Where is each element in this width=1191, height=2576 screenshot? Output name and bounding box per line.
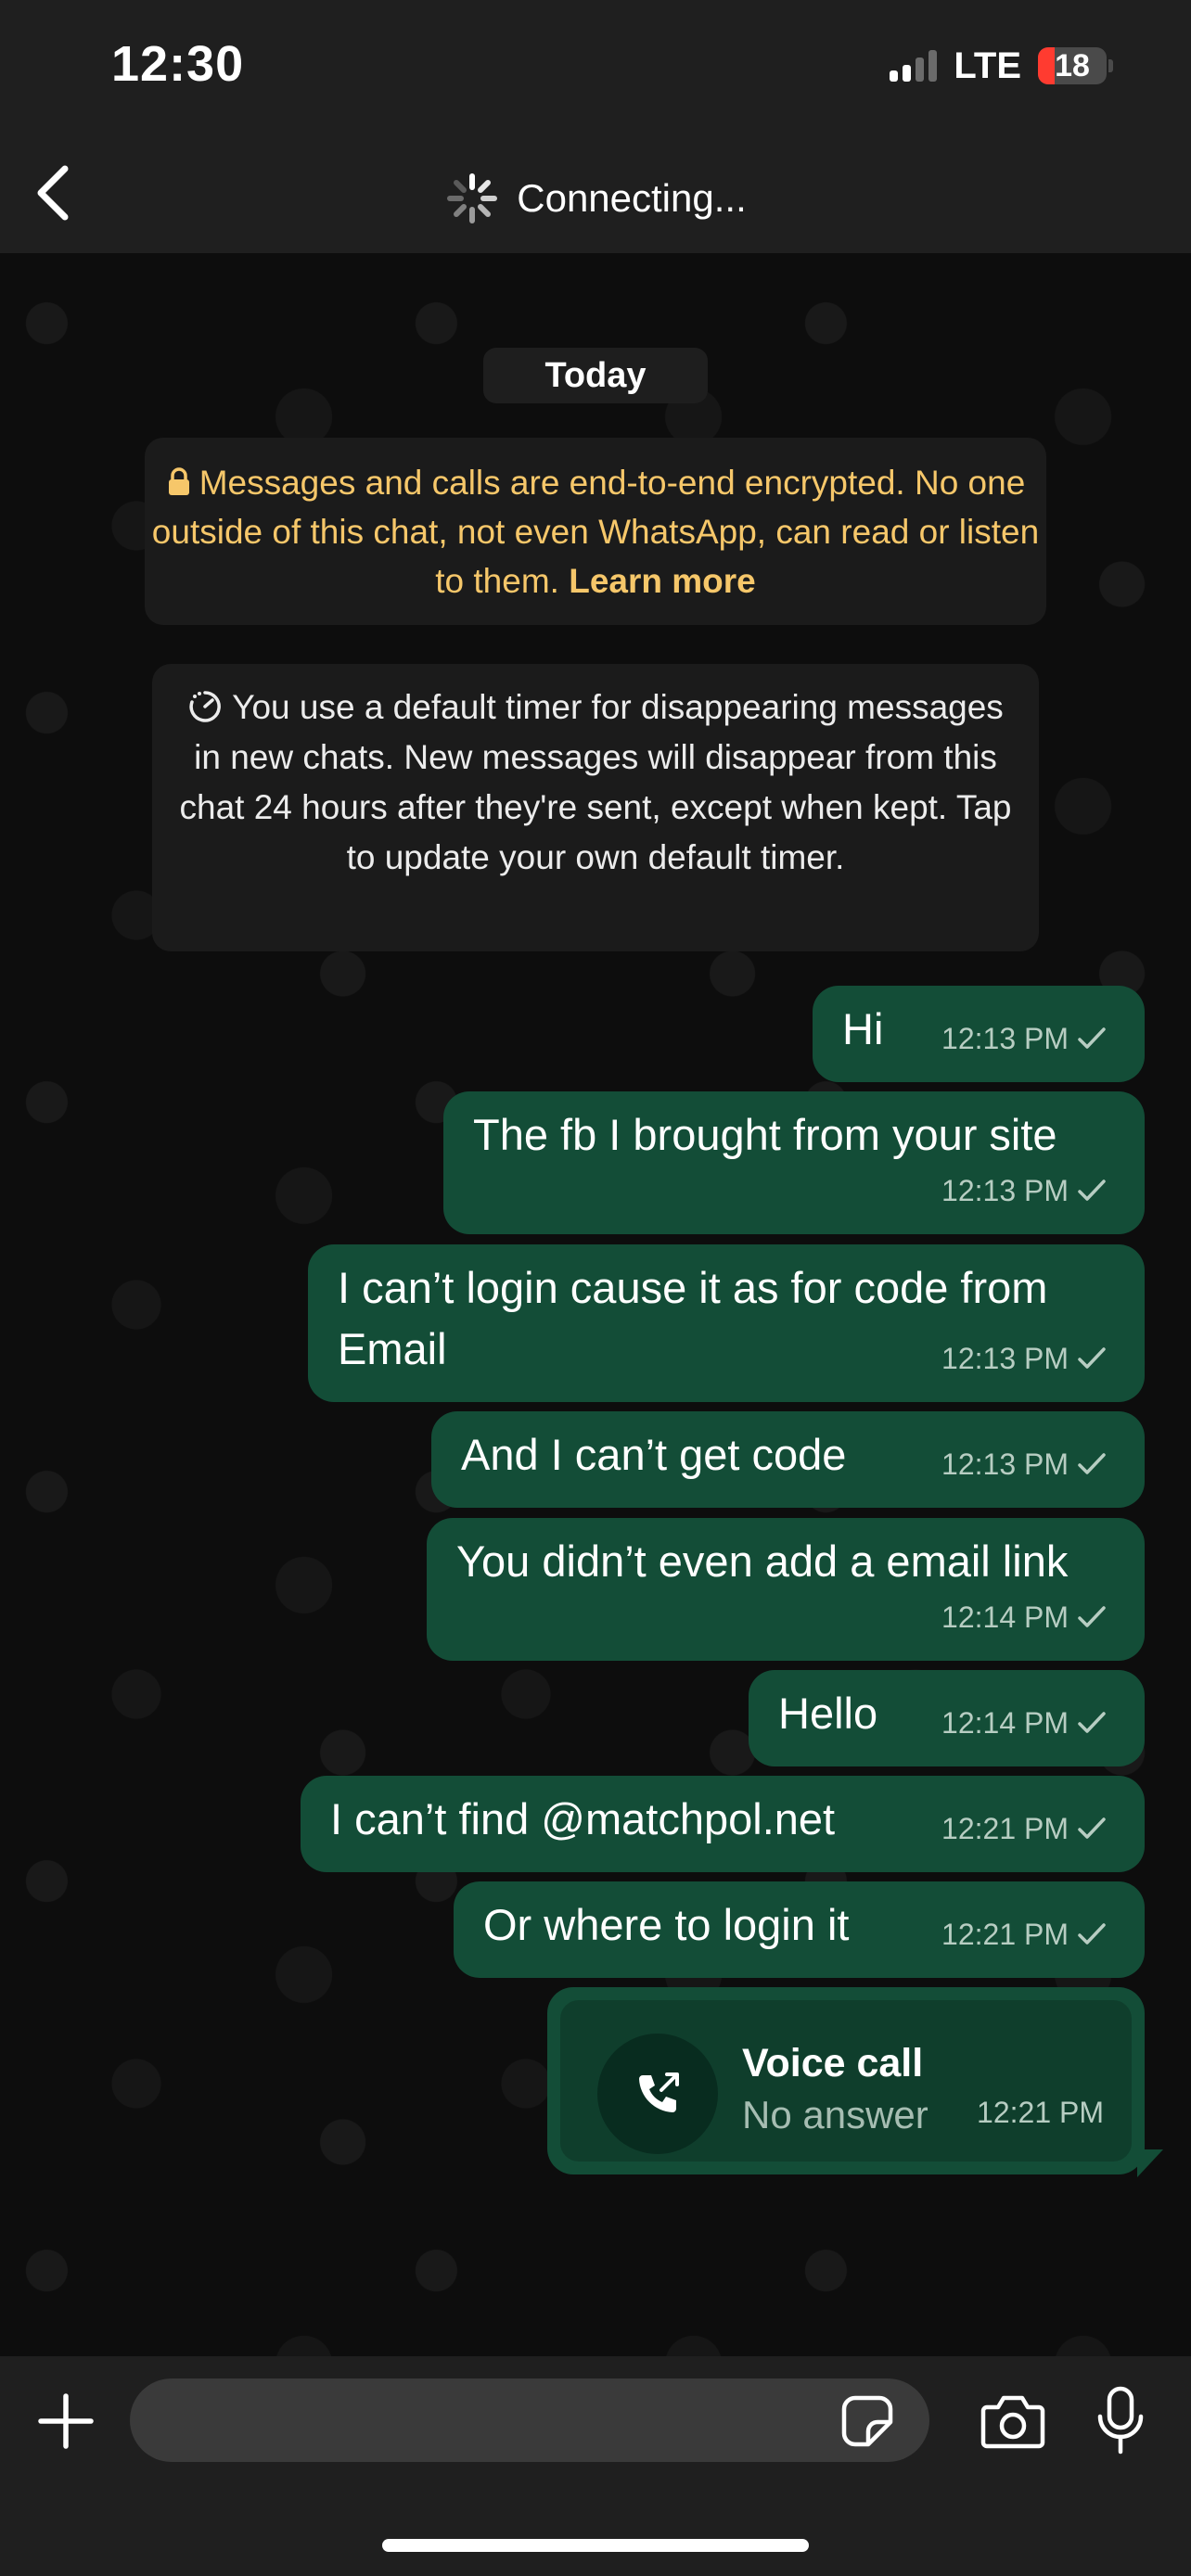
lock-icon <box>168 467 189 495</box>
call-icon-circle <box>597 2034 718 2154</box>
battery-icon: 18 <box>1038 47 1107 84</box>
status-time: 12:30 <box>111 36 245 92</box>
check-icon <box>1078 1712 1106 1733</box>
chat-title: Connecting... <box>517 176 747 220</box>
date-pill: Today <box>483 348 708 403</box>
message-bubble[interactable]: Or where to login it 12:21 PM <box>454 1881 1145 1978</box>
check-icon <box>1078 1453 1106 1474</box>
call-status: No answer <box>742 2093 928 2136</box>
camera-icon[interactable] <box>980 2391 1046 2452</box>
call-time: 12:21 PM <box>977 2096 1104 2129</box>
signal-icon <box>890 50 938 82</box>
spinner-icon <box>447 173 498 223</box>
message-time: 12:13 PM <box>941 1447 1069 1481</box>
top-bar: 12:30 LTE 18 Connecting... <box>0 0 1191 253</box>
outgoing-call-icon <box>639 2072 679 2112</box>
message-bubble[interactable]: Hi 12:13 PM <box>813 986 1145 1082</box>
message-time: 12:14 PM <box>941 1706 1069 1740</box>
message-time: 12:14 PM <box>941 1600 1069 1634</box>
message-meta: 12:14 PM <box>941 1692 1108 1753</box>
check-icon <box>1078 1923 1106 1945</box>
message-time: 12:21 PM <box>941 1812 1069 1845</box>
message-time: 12:13 PM <box>941 1174 1069 1207</box>
bubble-tail <box>1137 2149 1163 2177</box>
plus-icon[interactable] <box>35 2391 96 2452</box>
sticker-icon[interactable] <box>840 2394 894 2448</box>
message-time: 12:13 PM <box>941 1022 1069 1055</box>
home-indicator <box>382 2539 809 2552</box>
status-indicators: LTE 18 <box>890 43 1113 89</box>
message-meta: 12:14 PM <box>941 1587 1108 1648</box>
check-icon <box>1078 1027 1106 1049</box>
voice-call-card[interactable]: Voice call No answer 12:21 PM <box>560 2000 1132 2162</box>
message-meta: 12:13 PM <box>941 1160 1108 1221</box>
message-text: The fb I brought from your site <box>473 1110 1057 1159</box>
whatsapp-chat-screen: 12:30 LTE 18 Connecting... Today Message… <box>0 0 1191 2576</box>
encryption-notice[interactable]: Messages and calls are end-to-end encryp… <box>145 438 1046 625</box>
message-bubble[interactable]: You didn’t even add a email link 12:14 P… <box>427 1518 1145 1661</box>
message-meta: 12:13 PM <box>941 1328 1108 1389</box>
chat-header: Connecting... <box>0 171 1191 226</box>
message-meta: 12:13 PM <box>941 1434 1108 1495</box>
battery-level: 18 <box>1055 47 1090 83</box>
message-bubble[interactable]: The fb I brought from your site 12:13 PM <box>443 1091 1145 1234</box>
message-input[interactable] <box>158 2378 848 2464</box>
mic-icon[interactable] <box>1095 2385 1146 2455</box>
message-bubble[interactable]: Hello 12:14 PM <box>749 1670 1145 1766</box>
voice-call-bubble[interactable]: Voice call No answer 12:21 PM <box>547 1987 1145 2174</box>
check-icon <box>1078 1180 1106 1201</box>
message-bubble[interactable]: And I can’t get code 12:13 PM <box>431 1411 1145 1508</box>
timer-notice-text: You use a default timer for disappearing… <box>179 688 1012 876</box>
message-bubble[interactable]: I can’t find @matchpol.net 12:21 PM <box>301 1776 1145 1872</box>
message-time: 12:13 PM <box>941 1342 1069 1375</box>
call-title: Voice call <box>742 2041 924 2085</box>
message-bubble[interactable]: I can’t login cause it as for code from … <box>308 1244 1145 1402</box>
message-meta: 12:21 PM <box>941 1798 1108 1859</box>
disappearing-timer-notice[interactable]: You use a default timer for disappearing… <box>152 664 1039 951</box>
message-time: 12:21 PM <box>941 1918 1069 1951</box>
network-type: LTE <box>954 45 1021 86</box>
timer-icon <box>189 691 221 722</box>
message-input-field[interactable] <box>130 2378 929 2464</box>
check-icon <box>1078 1347 1106 1369</box>
message-text: You didn’t even add a email link <box>456 1537 1069 1586</box>
check-icon <box>1078 1817 1106 1839</box>
message-meta: 12:21 PM <box>941 1904 1108 1965</box>
check-icon <box>1078 1606 1106 1627</box>
message-meta: 12:13 PM <box>941 1008 1108 1069</box>
learn-more-link[interactable]: Learn more <box>569 562 756 600</box>
